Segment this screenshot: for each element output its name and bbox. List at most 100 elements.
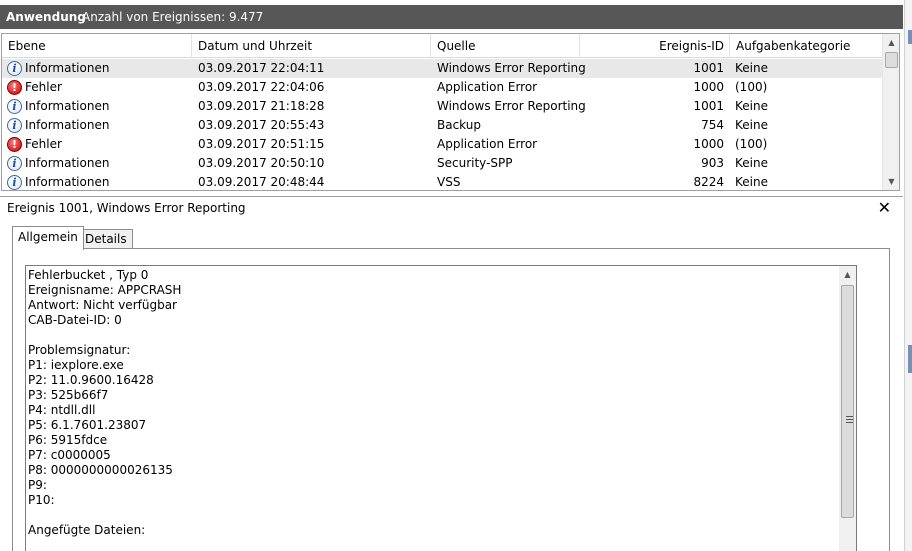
description-line: Angefügte Dateien: [28, 523, 146, 537]
error-icon: ! [7, 80, 22, 95]
description-line: P1: iexplore.exe [28, 358, 124, 372]
date-cell: 03.09.2017 20:55:43 [198, 118, 325, 132]
description-scrollbar[interactable]: ▲ [839, 266, 856, 551]
edge-marker [908, 345, 912, 373]
description-line: Fehlerbucket , Typ 0 [28, 268, 149, 282]
source-cell: Backup [437, 118, 481, 132]
event-id-cell: 1000 [693, 137, 724, 151]
level-cell: i Informationen [7, 97, 109, 116]
description-line: P3: 525b66f7 [28, 388, 109, 402]
task-category-cell: Keine [735, 156, 768, 170]
log-name: Anwendung [6, 10, 86, 24]
description-line: P8: 0000000000026135 [28, 463, 173, 477]
info-icon: i [7, 61, 22, 76]
event-detail-title: Ereignis 1001, Windows Error Reporting [7, 201, 246, 215]
description-line: Antwort: Nicht verfügbar [28, 298, 177, 312]
scroll-up-arrow-icon[interactable]: ▲ [883, 34, 899, 51]
description-line: CAB-Datei-ID: 0 [28, 313, 122, 327]
level-text: Fehler [25, 80, 62, 94]
source-cell: Security-SPP [437, 156, 513, 170]
tab-details[interactable]: Details [79, 229, 133, 249]
level-cell: i Informationen [7, 154, 109, 173]
scroll-thumb[interactable] [841, 285, 854, 518]
level-cell: ! Fehler [7, 78, 62, 97]
event-id-cell: 754 [701, 118, 724, 132]
table-row[interactable]: ! Fehler 03.09.2017 22:04:06 Application Er… [2, 78, 882, 97]
source-cell: VSS [437, 175, 461, 189]
table-row[interactable]: i Informationen 03.09.2017 20:50:10 Securit… [2, 154, 882, 173]
column-header-event-id[interactable]: Ereignis-ID [580, 34, 730, 58]
level-text: Informationen [25, 175, 110, 189]
description-line: P2: 11.0.9600.16428 [28, 373, 154, 387]
task-category-cell: Keine [735, 99, 768, 113]
event-count: Anzahl von Ereignissen: 9.477 [82, 10, 264, 24]
close-icon[interactable]: ✕ [878, 198, 891, 217]
info-icon: i [7, 99, 22, 114]
column-header-level[interactable]: Ebene [2, 34, 192, 58]
info-icon: i [7, 118, 22, 133]
event-description-text: Fehlerbucket , Typ 0 Ereignisname: APPCRA… [28, 268, 838, 538]
column-header-date[interactable]: Datum und Uhrzeit [192, 34, 431, 58]
description-line: P6: 5915fdce [28, 433, 108, 447]
scroll-thumb[interactable] [885, 52, 898, 68]
event-id-cell: 1001 [693, 99, 724, 113]
table-row[interactable]: i Informationen 03.09.2017 22:04:11 Windows… [2, 59, 882, 78]
source-cell: Windows Error Reporting [437, 99, 586, 113]
level-text: Informationen [25, 61, 110, 75]
scroll-grip-icon [846, 416, 853, 423]
description-line: P4: ntdll.dll [28, 403, 96, 417]
info-icon: i [7, 175, 22, 190]
description-line: Ereignisname: APPCRASH [28, 283, 182, 297]
date-cell: 03.09.2017 20:50:10 [198, 156, 325, 170]
right-pane-edge [904, 0, 912, 551]
table-row[interactable]: i Informationen 03.09.2017 20:48:44 VSS 8224… [2, 173, 882, 190]
task-category-cell: (100) [735, 137, 768, 151]
tab-general[interactable]: Allgemein [12, 226, 84, 250]
description-line: P5: 6.1.7601.23807 [28, 418, 147, 432]
date-cell: 03.09.2017 20:51:15 [198, 137, 325, 151]
description-line: Problemsignatur: [28, 343, 131, 357]
table-header: Ebene Datum und Uhrzeit Quelle Ereignis-… [2, 34, 882, 58]
task-category-cell: Keine [735, 175, 768, 189]
level-cell: i Informationen [7, 59, 109, 78]
event-id-cell: 1001 [693, 61, 724, 75]
level-cell: ! Fehler [7, 135, 62, 154]
event-description-textbox[interactable]: Fehlerbucket , Typ 0 Ereignisname: APPCRA… [25, 265, 857, 551]
description-line: P7: c0000005 [28, 448, 111, 462]
edge-marker [908, 30, 912, 44]
task-category-cell: (100) [735, 80, 768, 94]
log-header-bar: Anwendung Anzahl von Ereignissen: 9.477 [0, 5, 903, 29]
description-line [28, 508, 838, 523]
level-cell: i Informationen [7, 116, 109, 135]
event-detail-header: Ereignis 1001, Windows Error Reporting ✕ [0, 196, 903, 220]
info-icon: i [7, 156, 22, 171]
table-row[interactable]: ! Fehler 03.09.2017 20:51:15 Application Er… [2, 135, 882, 154]
table-scrollbar[interactable]: ▲ ▼ [882, 34, 899, 190]
description-line: P9: [28, 478, 47, 492]
event-id-cell: 8224 [693, 175, 724, 189]
source-cell: Application Error [437, 80, 538, 94]
source-cell: Windows Error Reporting [437, 61, 586, 75]
event-id-cell: 1000 [693, 80, 724, 94]
table-row[interactable]: i Informationen 03.09.2017 21:18:28 Windows… [2, 97, 882, 116]
date-cell: 03.09.2017 22:04:11 [198, 61, 325, 75]
level-text: Informationen [25, 99, 110, 113]
level-cell: i Informationen [7, 173, 110, 190]
events-table: Ebene Datum und Uhrzeit Quelle Ereignis-… [1, 33, 900, 191]
level-text: Informationen [25, 118, 110, 132]
description-line: P10: [28, 493, 55, 507]
task-category-cell: Keine [735, 61, 768, 75]
column-header-task-category[interactable]: Aufgabenkategorie [730, 34, 882, 58]
source-cell: Application Error [437, 137, 538, 151]
event-viewer-window: Anwendung Anzahl von Ereignissen: 9.477 … [0, 0, 912, 551]
scroll-down-arrow-icon[interactable]: ▼ [883, 173, 899, 190]
date-cell: 03.09.2017 21:18:28 [198, 99, 325, 113]
level-text: Fehler [25, 137, 62, 151]
event-id-cell: 903 [701, 156, 724, 170]
date-cell: 03.09.2017 22:04:06 [198, 80, 325, 94]
date-cell: 03.09.2017 20:48:44 [198, 175, 325, 189]
table-row[interactable]: i Informationen 03.09.2017 20:55:43 Backup 7… [2, 116, 882, 135]
column-header-source[interactable]: Quelle [431, 34, 580, 58]
scroll-up-arrow-icon[interactable]: ▲ [839, 266, 856, 283]
task-category-cell: Keine [735, 118, 768, 132]
